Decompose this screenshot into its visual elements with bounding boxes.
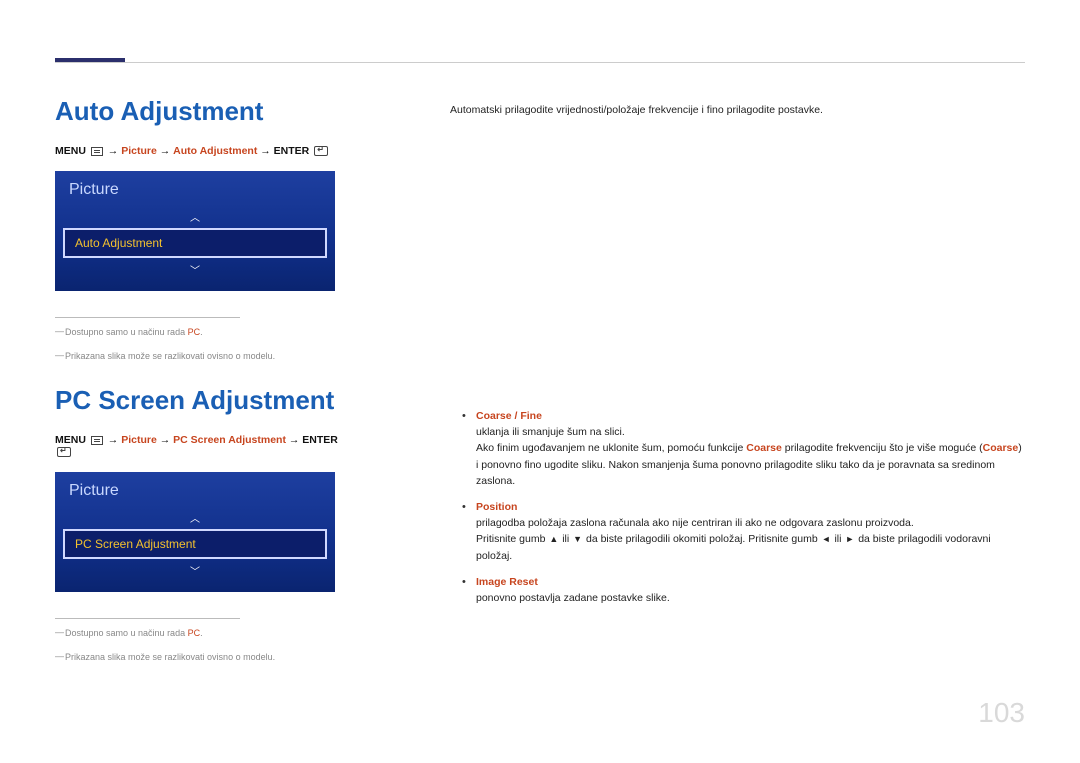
path-auto-adjust: Auto Adjustment bbox=[173, 145, 257, 157]
bullet-image-reset: Image Reset ponovno postavlja zadane pos… bbox=[450, 576, 1025, 606]
menu-label: MENU bbox=[55, 434, 86, 446]
bullet-position: Position prilagodba položaja zaslona rač… bbox=[450, 501, 1025, 564]
header-divider bbox=[55, 62, 1025, 63]
divider bbox=[55, 618, 240, 619]
section2-title: PC Screen Adjustment bbox=[55, 385, 345, 416]
note1-prefix: Dostupno samo u načinu rada bbox=[65, 327, 188, 337]
bullet1-text1: uklanja ili smanjuje šum na slici. bbox=[476, 424, 1025, 440]
bullet2-text1: prilagodba položaja zaslona računala ako… bbox=[476, 515, 1025, 531]
chevron-down-icon: ﹀ bbox=[63, 260, 327, 279]
bullet2-text2: Pritisnite gumb ▲ ili ▼ da biste prilago… bbox=[476, 531, 1025, 564]
chevron-up-icon: ︿ bbox=[63, 508, 327, 527]
triangle-down-icon: ▼ bbox=[573, 533, 582, 547]
t2d: Coarse bbox=[983, 442, 1019, 454]
menu-label: MENU bbox=[55, 145, 86, 157]
chevron-up-icon: ︿ bbox=[63, 207, 327, 226]
osd-menu-2: Picture ︿ PC Screen Adjustment ﹀ bbox=[55, 472, 335, 592]
note1-suffix: . bbox=[200, 628, 203, 638]
t2c: prilagodite frekvenciju što je više mogu… bbox=[782, 442, 983, 454]
path-pc-screen: PC Screen Adjustment bbox=[173, 434, 286, 446]
path-picture: Picture bbox=[121, 434, 157, 446]
path-picture: Picture bbox=[121, 145, 157, 157]
right-column-bottom: Coarse / Fine uklanja ili smanjuje šum n… bbox=[450, 410, 1025, 618]
note1-accent: PC bbox=[188, 327, 201, 337]
p2d: ili bbox=[832, 533, 845, 545]
t2a: Ako finim ugođavanjem ne uklonite šum, p… bbox=[476, 442, 746, 454]
arrow-icon: → bbox=[108, 434, 121, 446]
divider bbox=[55, 317, 240, 318]
p2c: da biste prilagodili okomiti položaj. Pr… bbox=[583, 533, 821, 545]
enter-icon bbox=[314, 146, 328, 156]
left-column: Auto Adjustment MENU → Picture → Auto Ad… bbox=[55, 96, 345, 674]
osd1-selected-item: Auto Adjustment bbox=[63, 228, 327, 258]
section2-note2: Prikazana slika može se razlikovati ovis… bbox=[55, 651, 345, 665]
menu-icon bbox=[91, 147, 103, 156]
bullet1-title: Coarse / Fine bbox=[476, 410, 1025, 422]
right-column-top: Automatski prilagodite vrijednosti/polož… bbox=[450, 102, 1025, 119]
section1-description: Automatski prilagodite vrijednosti/polož… bbox=[450, 102, 1025, 119]
bullet3-text1: ponovno postavlja zadane postavke slike. bbox=[476, 590, 1025, 606]
section1-title: Auto Adjustment bbox=[55, 96, 345, 127]
section2-path: MENU → Picture → PC Screen Adjustment → … bbox=[55, 434, 345, 458]
enter-label: ENTER bbox=[302, 434, 338, 446]
p2b: ili bbox=[559, 533, 572, 545]
osd2-selected-item: PC Screen Adjustment bbox=[63, 529, 327, 559]
arrow-icon: → bbox=[160, 434, 173, 446]
triangle-up-icon: ▲ bbox=[549, 533, 558, 547]
bullet1-text2: Ako finim ugođavanjem ne uklonite šum, p… bbox=[476, 440, 1025, 489]
page-number: 103 bbox=[978, 697, 1025, 729]
bullet2-title: Position bbox=[476, 501, 1025, 513]
bullet3-title: Image Reset bbox=[476, 576, 1025, 588]
osd1-title: Picture bbox=[63, 179, 327, 207]
note1-prefix: Dostupno samo u načinu rada bbox=[65, 628, 188, 638]
note1-accent: PC bbox=[188, 628, 201, 638]
t2b: Coarse bbox=[746, 442, 782, 454]
arrow-icon: → bbox=[260, 145, 273, 157]
osd-menu-1: Picture ︿ Auto Adjustment ﹀ bbox=[55, 171, 335, 291]
section1-path: MENU → Picture → Auto Adjustment → ENTER bbox=[55, 145, 345, 157]
section1-note2: Prikazana slika može se razlikovati ovis… bbox=[55, 350, 345, 364]
note1-suffix: . bbox=[200, 327, 203, 337]
enter-label: ENTER bbox=[274, 145, 310, 157]
p2a: Pritisnite gumb bbox=[476, 533, 548, 545]
menu-icon bbox=[91, 436, 103, 445]
section2-note1: Dostupno samo u načinu rada PC. bbox=[55, 627, 345, 641]
bullet-coarse-fine: Coarse / Fine uklanja ili smanjuje šum n… bbox=[450, 410, 1025, 489]
osd2-title: Picture bbox=[63, 480, 327, 508]
enter-icon bbox=[57, 447, 71, 457]
header-accent bbox=[55, 58, 125, 62]
triangle-left-icon: ◄ bbox=[822, 533, 831, 547]
arrow-icon: → bbox=[289, 434, 302, 446]
arrow-icon: → bbox=[160, 145, 173, 157]
chevron-down-icon: ﹀ bbox=[63, 561, 327, 580]
triangle-right-icon: ► bbox=[845, 533, 854, 547]
section1-note1: Dostupno samo u načinu rada PC. bbox=[55, 326, 345, 340]
arrow-icon: → bbox=[108, 145, 121, 157]
